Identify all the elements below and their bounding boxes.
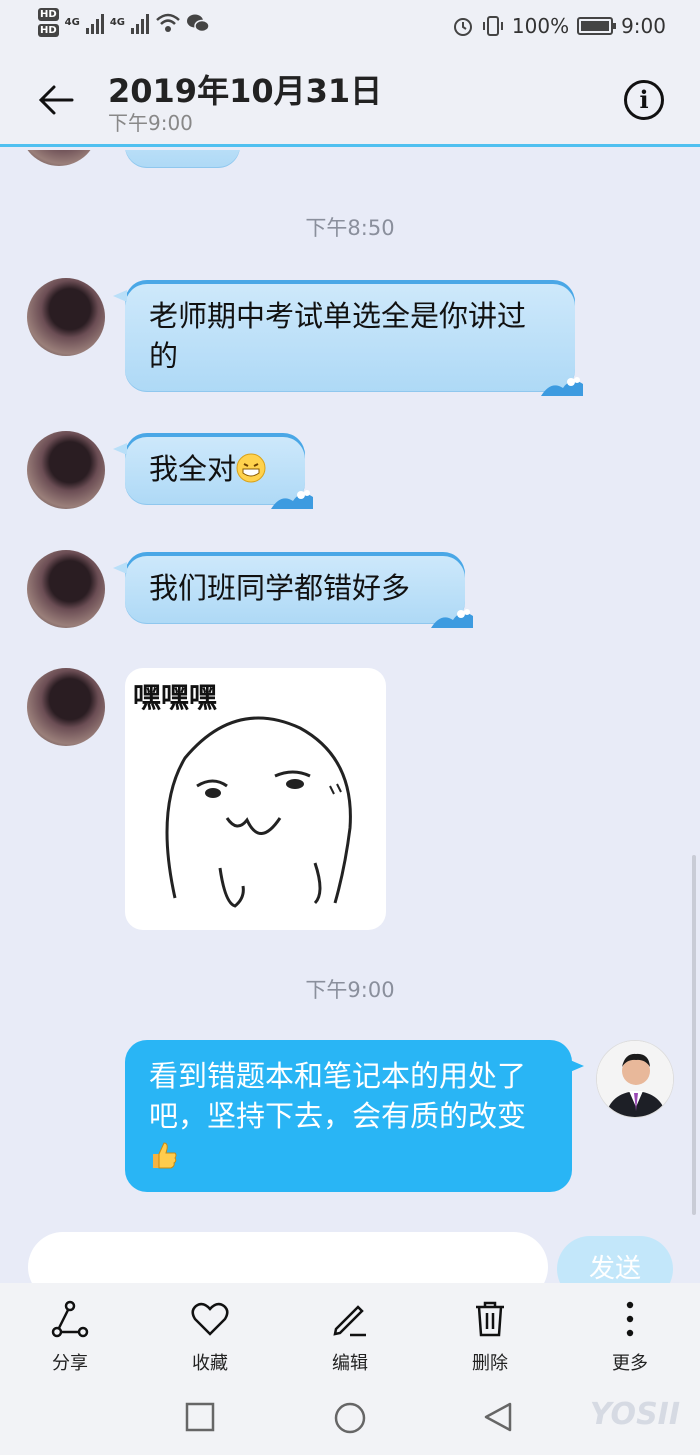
avatar[interactable] (27, 278, 105, 356)
scrollbar[interactable] (692, 855, 696, 1215)
avatar[interactable] (27, 550, 105, 628)
favorite-button[interactable]: 收藏 (140, 1283, 280, 1383)
edit-button[interactable]: 编辑 (280, 1283, 420, 1383)
delete-button[interactable]: 删除 (420, 1283, 560, 1383)
timestamp: 下午8:50 (305, 216, 395, 240)
info-icon[interactable]: i (624, 80, 664, 120)
hd-badges: HD HD (38, 8, 59, 37)
trash-icon (476, 1301, 504, 1337)
wave-decoration-icon (431, 609, 473, 628)
timestamp: 下午9:00 (305, 978, 395, 1002)
edit-label: 编辑 (332, 1353, 368, 1374)
pencil-icon (333, 1305, 366, 1337)
share-button[interactable]: 分享 (0, 1283, 140, 1383)
status-bar: HD HD 4G 4G 100% 9:00 (0, 0, 700, 52)
teacher-avatar[interactable] (596, 1040, 674, 1118)
network-label-1: 4G (64, 17, 80, 28)
wave-decoration-icon (541, 377, 583, 396)
wave-decoration-icon (271, 490, 313, 509)
page-title: 2019年10月31日 (108, 72, 383, 110)
home-circle-icon[interactable] (333, 1401, 367, 1435)
message-bubble[interactable]: 我全对 (113, 433, 313, 509)
recents-square-icon[interactable] (184, 1401, 216, 1433)
hd-badge-2: HD (38, 24, 59, 37)
delete-label: 删除 (472, 1353, 508, 1374)
message-bubble[interactable]: 我们班同学都错好多 (113, 552, 473, 628)
page-subtitle: 下午9:00 (108, 111, 193, 135)
sticker-caption: 嘿嘿嘿 (133, 681, 218, 714)
message-text: 我们班同学都错好多 (149, 571, 411, 605)
sticker-image[interactable]: 嘿嘿嘿 (125, 668, 386, 930)
favorite-label: 收藏 (192, 1353, 228, 1374)
status-right: 100% 9:00 (452, 14, 666, 38)
signal-icon (85, 12, 104, 34)
action-toolbar: 分享 收藏 编辑 删除 更多 (0, 1283, 700, 1383)
chat-header: 2019年10月31日 下午9:00 i (0, 52, 700, 147)
status-left: HD HD 4G 4G (38, 8, 210, 37)
wifi-icon (156, 13, 180, 32)
battery-percent: 100% (511, 14, 570, 38)
avatar[interactable] (27, 668, 105, 746)
more-label: 更多 (612, 1353, 648, 1374)
message-bubble[interactable]: 老师期中考试单选全是你讲过的 (113, 280, 583, 396)
wechat-icon (187, 14, 210, 32)
share-label: 分享 (52, 1353, 88, 1374)
signal-icon-2 (131, 12, 150, 34)
battery-icon (577, 17, 617, 35)
avatar[interactable] (27, 431, 105, 509)
message-text: 老师期中考试单选全是你讲过的 (149, 299, 527, 373)
grin-emoji-icon (236, 453, 266, 483)
previous-message-bubble[interactable] (125, 150, 240, 168)
thumbs-up-emoji-icon (153, 1142, 177, 1169)
teacher-portrait-icon (597, 1041, 673, 1117)
more-vertical-icon (626, 1301, 634, 1337)
message-text: 看到错题本和笔记本的用处了吧，坚持下去，会有质的改变 (149, 1059, 527, 1133)
chat-area[interactable]: 下午8:50 老师期中考试单选全是你讲过的 我全对 我们班同学都错好多 嘿嘿嘿 … (0, 150, 700, 1283)
heart-icon (191, 1302, 229, 1336)
vibrate-icon (482, 16, 503, 36)
reply-message-bubble[interactable]: 看到错题本和笔记本的用处了吧，坚持下去，会有质的改变 (125, 1040, 584, 1192)
back-triangle-icon[interactable] (482, 1401, 514, 1433)
more-button[interactable]: 更多 (560, 1283, 700, 1383)
back-arrow-icon[interactable] (34, 78, 78, 122)
hd-badge-1: HD (38, 8, 59, 21)
message-text: 我全对 (149, 452, 237, 486)
system-nav-bar: YOSII (0, 1383, 700, 1455)
share-icon (51, 1300, 89, 1338)
message-input-row: 发送 (0, 1232, 700, 1302)
watermark-logo: YOSII (589, 1397, 680, 1432)
status-clock: 9:00 (621, 14, 666, 38)
alarm-icon (453, 18, 472, 36)
avatar[interactable] (20, 150, 98, 166)
network-label-2: 4G (109, 17, 126, 28)
